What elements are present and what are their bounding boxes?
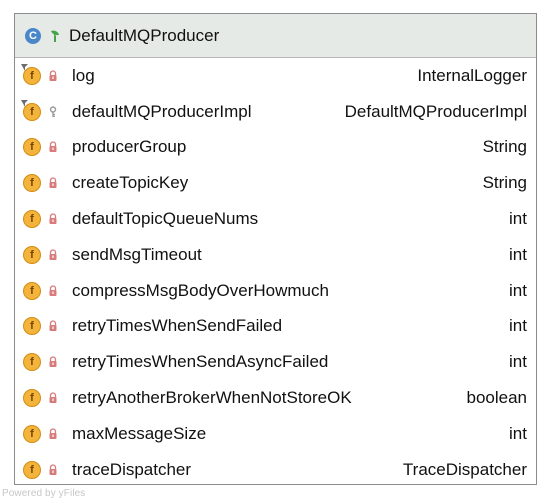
field-type: String — [482, 173, 527, 193]
field-icon-letter: f — [23, 281, 41, 300]
field-icon: f — [23, 317, 41, 336]
field-name: maxMessageSize — [72, 423, 207, 443]
powered-by-text: Powered by yFiles — [2, 488, 86, 499]
field-name: log — [72, 65, 95, 85]
private-lock-icon — [48, 285, 58, 297]
field-row[interactable]: f sendMsgTimeout int — [15, 237, 536, 273]
field-icon-letter: f — [23, 353, 41, 372]
private-lock-icon — [48, 70, 58, 82]
field-icon: f — [21, 99, 41, 121]
class-icon: C — [25, 27, 41, 44]
field-icon-letter: f — [23, 424, 41, 443]
field-type: int — [509, 209, 527, 229]
field-name: defaultMQProducerImpl — [72, 101, 252, 121]
field-row[interactable]: f retryAnotherBrokerWhenNotStoreOK boolean — [15, 380, 536, 416]
private-lock-icon — [48, 392, 58, 404]
field-row[interactable]: f producerGroup String — [15, 130, 536, 166]
field-type: InternalLogger — [417, 65, 527, 85]
field-icon-letter: f — [23, 138, 41, 157]
field-icon: f — [23, 460, 41, 479]
field-type: int — [509, 280, 527, 300]
field-row[interactable]: f defaultTopicQueueNums int — [15, 201, 536, 237]
field-icon: f — [23, 353, 41, 372]
field-type: DefaultMQProducerImpl — [344, 101, 527, 121]
leaf-icon — [49, 28, 61, 44]
field-row[interactable]: f compressMsgBodyOverHowmuch int — [15, 273, 536, 309]
field-icon: f — [23, 281, 41, 300]
field-name: retryAnotherBrokerWhenNotStoreOK — [72, 388, 352, 408]
field-type: int — [509, 244, 527, 264]
field-row[interactable]: f createTopicKey String — [15, 165, 536, 201]
field-name: retryTimesWhenSendFailed — [72, 316, 283, 336]
field-type: TraceDispatcher — [402, 459, 527, 479]
private-lock-icon — [48, 356, 58, 368]
field-row[interactable]: f defaultMQProducerImpl DefaultMQProducerI… — [15, 94, 536, 130]
class-icon-letter: C — [29, 29, 37, 42]
class-name: DefaultMQProducer — [69, 25, 220, 45]
field-icon: f — [23, 138, 41, 157]
field-row[interactable]: f retryTimesWhenSendFailed int — [15, 309, 536, 345]
private-lock-icon — [48, 249, 58, 261]
field-name: createTopicKey — [72, 173, 189, 193]
private-lock-icon — [48, 320, 58, 332]
field-type: boolean — [466, 388, 527, 408]
field-icon-letter: f — [23, 245, 41, 264]
field-name: compressMsgBodyOverHowmuch — [72, 280, 329, 300]
private-lock-icon — [48, 213, 58, 225]
field-type: int — [509, 316, 527, 336]
field-icon: f — [23, 245, 41, 264]
field-type: int — [509, 423, 527, 443]
field-row[interactable]: f traceDispatcher TraceDispatcher — [15, 452, 536, 488]
field-icon-letter: f — [23, 460, 41, 479]
field-icon: f — [23, 389, 41, 408]
field-icon-letter: f — [23, 210, 41, 229]
field-list: f log InternalLogger f defaultMQProducerImpl… — [15, 58, 536, 488]
field-icon: f — [21, 63, 41, 85]
field-icon: f — [23, 174, 41, 193]
field-icon: f — [23, 210, 41, 229]
field-type: String — [482, 137, 527, 157]
field-type: int — [509, 352, 527, 372]
field-name: retryTimesWhenSendAsyncFailed — [72, 352, 329, 372]
field-icon-letter: f — [23, 389, 41, 408]
field-icon-letter: f — [23, 174, 41, 193]
field-name: producerGroup — [72, 137, 187, 157]
private-lock-icon — [48, 464, 58, 476]
protected-key-icon — [48, 105, 58, 118]
uml-class-box: C DefaultMQProducer f log InternalLogger f d… — [14, 13, 537, 485]
field-icon: f — [23, 424, 41, 443]
field-row[interactable]: f maxMessageSize int — [15, 416, 536, 452]
field-icon-letter: f — [23, 317, 41, 336]
field-row[interactable]: f retryTimesWhenSendAsyncFailed int — [15, 344, 536, 380]
field-name: defaultTopicQueueNums — [72, 209, 259, 229]
class-header[interactable]: C DefaultMQProducer — [15, 14, 536, 58]
field-name: traceDispatcher — [72, 459, 192, 479]
field-name: sendMsgTimeout — [72, 244, 202, 264]
private-lock-icon — [48, 428, 58, 440]
private-lock-icon — [48, 177, 58, 189]
private-lock-icon — [48, 141, 58, 153]
field-row[interactable]: f log InternalLogger — [15, 58, 536, 94]
